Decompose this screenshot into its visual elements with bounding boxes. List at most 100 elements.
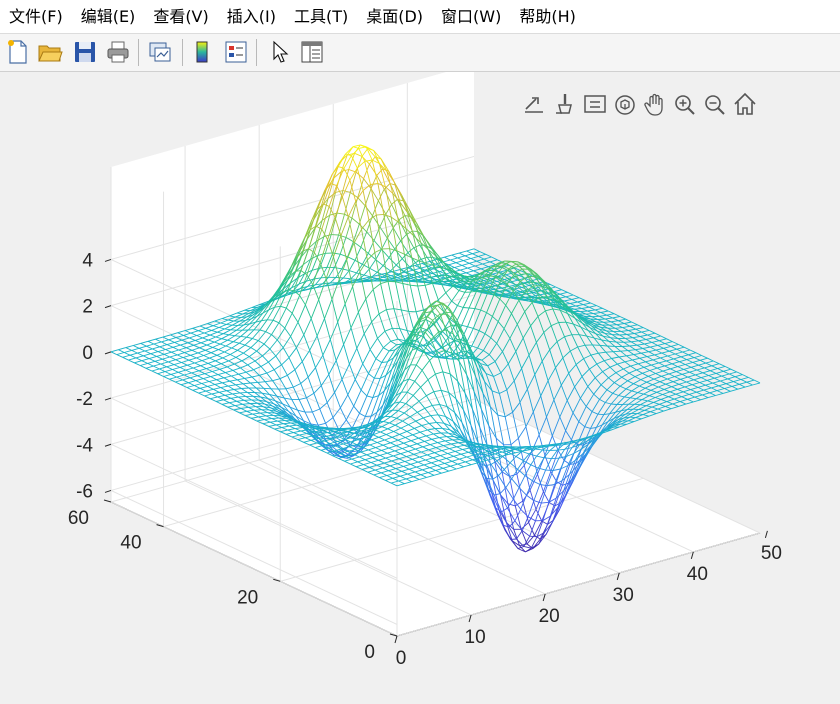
- save-icon[interactable]: [71, 38, 99, 66]
- edit-plot-arrow-icon[interactable]: [265, 38, 293, 66]
- mesh-edge: [714, 375, 722, 379]
- mesh-edge: [656, 391, 663, 395]
- mesh-edge: [695, 372, 703, 376]
- mesh-edge: [686, 379, 694, 383]
- z-tick-mark: [104, 351, 112, 355]
- mesh-edge: [627, 376, 636, 382]
- mesh-edge: [560, 372, 570, 386]
- mesh-edge: [681, 371, 690, 375]
- mesh-edge: [606, 389, 613, 394]
- mesh-edge: [621, 372, 630, 378]
- mesh-edge: [473, 270, 480, 274]
- mesh-edge: [488, 354, 496, 362]
- mesh-edge: [483, 350, 490, 355]
- mesh-edge: [643, 366, 651, 371]
- mesh-edge: [484, 316, 493, 334]
- mesh-edge: [643, 389, 652, 395]
- mesh-edge: [260, 412, 268, 414]
- mesh-edge: [651, 406, 659, 410]
- surface-plot[interactable]: 01020304050 0204060 -6-4-2024: [0, 72, 840, 704]
- mesh-edge: [651, 340, 660, 343]
- figure-toolbar: [0, 34, 840, 72]
- mesh-edge: [521, 268, 529, 277]
- mesh-edge: [321, 276, 329, 279]
- mesh-edge: [555, 357, 564, 368]
- menu-file[interactable]: 文件(F): [0, 0, 72, 33]
- mesh-edge: [528, 354, 536, 375]
- mesh-edge: [503, 328, 511, 339]
- mesh-edge: [549, 349, 556, 368]
- new-figure-icon[interactable]: [4, 38, 32, 66]
- mesh-edge: [652, 359, 660, 364]
- mesh-edge: [562, 350, 571, 359]
- legend-icon[interactable]: [222, 38, 250, 66]
- menu-desktop[interactable]: 桌面(D): [357, 0, 432, 33]
- menu-help[interactable]: 帮助(H): [510, 0, 585, 33]
- mesh-edge: [688, 352, 696, 356]
- mesh-edge: [674, 351, 683, 355]
- mesh-edge: [699, 382, 706, 386]
- mesh-edge: [674, 353, 682, 358]
- mesh-edge: [476, 258, 485, 262]
- mesh-edge: [689, 371, 696, 376]
- mesh-edge: [637, 361, 646, 365]
- mesh-edge: [678, 383, 685, 388]
- mesh-edge: [502, 338, 511, 352]
- mesh-edge: [625, 338, 632, 343]
- mesh-edge: [664, 365, 671, 370]
- mesh-edge: [616, 324, 623, 329]
- mesh-edge: [621, 346, 629, 351]
- menu-tools[interactable]: 工具(T): [285, 0, 357, 33]
- mesh-edge: [639, 385, 646, 389]
- mesh-edge: [600, 377, 609, 386]
- mesh-edge: [683, 366, 692, 370]
- mesh-edge: [641, 415, 650, 420]
- mesh-edge: [710, 368, 718, 372]
- link-plot-icon[interactable]: [146, 38, 174, 66]
- mesh-edge: [623, 368, 630, 374]
- menu-window[interactable]: 窗口(W): [432, 0, 510, 33]
- mesh-edge: [593, 312, 601, 315]
- menu-insert[interactable]: 插入(I): [218, 0, 285, 33]
- mesh-edge: [473, 248, 480, 253]
- mesh-edge: [646, 401, 654, 407]
- mesh-edge: [690, 364, 699, 368]
- mesh-edge: [708, 372, 717, 376]
- mesh-edge: [674, 396, 682, 400]
- mesh-edge: [706, 379, 714, 384]
- z-tick-label: -6: [76, 481, 93, 502]
- mesh-edge: [624, 323, 631, 327]
- open-folder-icon[interactable]: [36, 38, 64, 66]
- mesh-edge: [483, 258, 491, 263]
- mesh-edge: [619, 423, 627, 428]
- mesh-edge: [521, 368, 528, 390]
- mesh-edge: [648, 329, 656, 334]
- mesh-edge: [483, 256, 492, 260]
- mesh-edge: [534, 374, 542, 397]
- colorbar-icon[interactable]: [189, 38, 217, 66]
- mesh-edge: [724, 388, 731, 392]
- y-tick-mark: [103, 499, 112, 503]
- property-inspector-icon[interactable]: [298, 38, 326, 66]
- menu-edit[interactable]: 编辑(E): [72, 0, 145, 33]
- mesh-edge: [537, 310, 546, 317]
- mesh-edge: [624, 321, 632, 324]
- mesh-edge: [644, 384, 653, 389]
- mesh-edge: [688, 391, 697, 395]
- menu-view[interactable]: 查看(V): [144, 0, 217, 33]
- mesh-edge: [628, 372, 636, 377]
- mesh-edge: [694, 355, 702, 359]
- mesh-edge: [584, 344, 592, 356]
- mesh-edge: [518, 299, 526, 312]
- mesh-edge: [651, 364, 658, 369]
- mesh-edge: [655, 370, 664, 374]
- mesh-edge: [608, 377, 615, 383]
- mesh-edge: [682, 351, 689, 356]
- mesh-edge: [532, 395, 542, 413]
- mesh-edge: [710, 370, 717, 374]
- mesh-edge: [729, 373, 736, 378]
- mesh-edge: [463, 307, 470, 309]
- mesh-edge: [624, 361, 631, 367]
- mesh-edge: [615, 327, 623, 329]
- print-icon[interactable]: [104, 38, 132, 66]
